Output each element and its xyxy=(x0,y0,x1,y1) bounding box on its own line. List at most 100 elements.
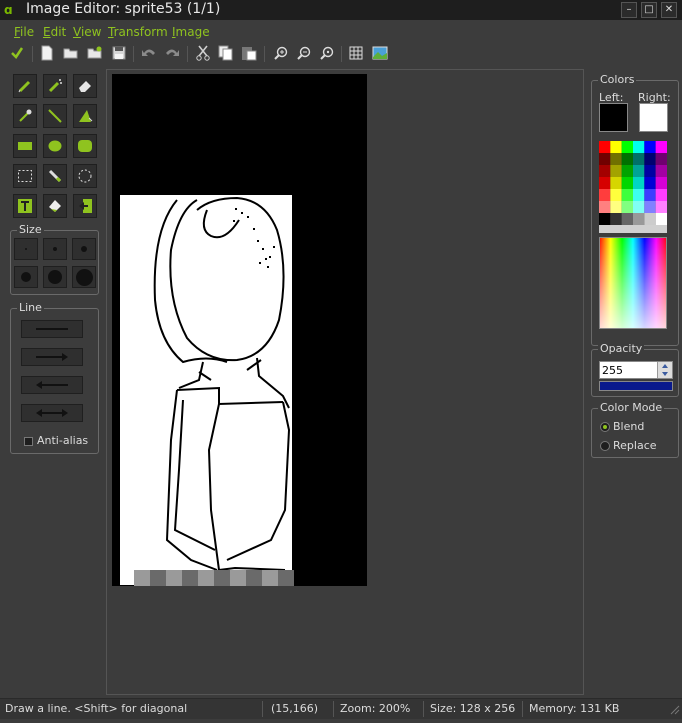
text-icon[interactable] xyxy=(13,194,37,218)
paste-icon[interactable] xyxy=(240,44,258,62)
menu-transform[interactable]: Transform xyxy=(108,25,168,39)
open-file-icon[interactable] xyxy=(86,44,104,62)
replace-color-icon[interactable] xyxy=(73,194,97,218)
palette-swatch[interactable] xyxy=(621,177,633,189)
palette-swatch[interactable] xyxy=(599,177,611,189)
palette-swatch[interactable] xyxy=(655,141,667,153)
size-5-button[interactable] xyxy=(43,266,67,288)
resize-grip-icon[interactable] xyxy=(670,705,680,715)
plain-line-button[interactable] xyxy=(21,320,83,338)
check-icon[interactable] xyxy=(8,44,26,62)
opacity-field[interactable]: 255 xyxy=(599,361,673,379)
palette-swatch[interactable] xyxy=(610,189,622,201)
size-3-button[interactable] xyxy=(72,238,96,260)
sprite-canvas[interactable] xyxy=(107,70,583,694)
palette-gray-bar[interactable] xyxy=(599,225,667,233)
menu-file[interactable]: File xyxy=(14,25,34,39)
size-4-button[interactable] xyxy=(14,266,38,288)
palette-swatch[interactable] xyxy=(599,213,611,225)
open-folder-icon[interactable] xyxy=(62,44,80,62)
size-2-button[interactable] xyxy=(43,238,67,260)
palette-swatch[interactable] xyxy=(599,201,611,213)
palette-swatch[interactable] xyxy=(655,201,667,213)
palette-swatch[interactable] xyxy=(599,189,611,201)
opacity-bar[interactable] xyxy=(599,381,673,391)
palette-swatch[interactable] xyxy=(644,165,656,177)
menu-image[interactable]: Image xyxy=(172,25,210,39)
palette-swatch[interactable] xyxy=(633,189,645,201)
new-file-icon[interactable] xyxy=(38,44,56,62)
arrow-both-button[interactable] xyxy=(21,404,83,422)
fill-icon[interactable] xyxy=(43,194,67,218)
palette-swatch[interactable] xyxy=(644,213,656,225)
rounded-rect-icon[interactable] xyxy=(73,134,97,158)
palette-swatch[interactable] xyxy=(644,141,656,153)
palette-swatch[interactable] xyxy=(610,165,622,177)
cut-icon[interactable] xyxy=(194,44,212,62)
palette-swatch[interactable] xyxy=(644,177,656,189)
palette-swatch[interactable] xyxy=(621,141,633,153)
blend-radio[interactable] xyxy=(600,422,610,432)
grid-icon[interactable] xyxy=(347,44,365,62)
left-color-swatch[interactable] xyxy=(599,103,628,132)
palette-swatch[interactable] xyxy=(633,153,645,165)
color-palette-grid[interactable] xyxy=(599,141,667,233)
palette-swatch[interactable] xyxy=(621,201,633,213)
close-button[interactable]: ✕ xyxy=(661,2,677,18)
opacity-spinner[interactable] xyxy=(657,362,672,378)
zoom-in-icon[interactable] xyxy=(272,44,290,62)
palette-swatch[interactable] xyxy=(644,153,656,165)
save-icon[interactable] xyxy=(110,44,128,62)
pencil-icon[interactable] xyxy=(13,74,37,98)
palette-swatch[interactable] xyxy=(610,177,622,189)
minimize-button[interactable]: – xyxy=(621,2,637,18)
copy-icon[interactable] xyxy=(217,44,235,62)
zoom-out-icon[interactable] xyxy=(295,44,313,62)
antialias-checkbox[interactable] xyxy=(24,437,33,446)
palette-swatch[interactable] xyxy=(621,213,633,225)
magic-wand-icon[interactable] xyxy=(43,164,67,188)
color-picker-icon[interactable] xyxy=(13,104,37,128)
replace-radio[interactable] xyxy=(600,441,610,451)
palette-swatch[interactable] xyxy=(644,201,656,213)
select-ellipse-icon[interactable] xyxy=(73,164,97,188)
palette-swatch[interactable] xyxy=(633,177,645,189)
zoom-reset-icon[interactable] xyxy=(318,44,336,62)
palette-swatch[interactable] xyxy=(599,165,611,177)
spray-icon[interactable] xyxy=(43,74,67,98)
redo-icon[interactable] xyxy=(163,44,181,62)
palette-swatch[interactable] xyxy=(655,153,667,165)
select-rect-icon[interactable] xyxy=(13,164,37,188)
palette-swatch[interactable] xyxy=(621,153,633,165)
palette-swatch[interactable] xyxy=(633,213,645,225)
eraser-icon[interactable] xyxy=(73,74,97,98)
arrow-left-button[interactable] xyxy=(21,376,83,394)
palette-swatch[interactable] xyxy=(599,141,611,153)
menu-edit[interactable]: Edit xyxy=(43,25,66,39)
size-6-button[interactable] xyxy=(72,266,96,288)
right-color-swatch[interactable] xyxy=(639,103,668,132)
line-icon[interactable] xyxy=(43,104,67,128)
palette-swatch[interactable] xyxy=(599,153,611,165)
palette-swatch[interactable] xyxy=(621,189,633,201)
palette-swatch[interactable] xyxy=(621,165,633,177)
palette-swatch[interactable] xyxy=(610,153,622,165)
palette-swatch[interactable] xyxy=(655,165,667,177)
palette-swatch[interactable] xyxy=(655,213,667,225)
palette-swatch[interactable] xyxy=(610,213,622,225)
palette-swatch[interactable] xyxy=(655,189,667,201)
maximize-button[interactable]: □ xyxy=(641,2,657,18)
ellipse-icon[interactable] xyxy=(43,134,67,158)
rectangle-icon[interactable] xyxy=(13,134,37,158)
palette-swatch[interactable] xyxy=(633,201,645,213)
color-spectrum-picker[interactable] xyxy=(599,237,667,329)
size-1-button[interactable] xyxy=(14,238,38,260)
polygon-icon[interactable] xyxy=(73,104,97,128)
canvas-area[interactable] xyxy=(106,69,584,695)
image-preview-icon[interactable] xyxy=(371,44,389,62)
arrow-right-button[interactable] xyxy=(21,348,83,366)
palette-swatch[interactable] xyxy=(633,165,645,177)
palette-swatch[interactable] xyxy=(655,177,667,189)
palette-swatch[interactable] xyxy=(610,141,622,153)
undo-icon[interactable] xyxy=(140,44,158,62)
